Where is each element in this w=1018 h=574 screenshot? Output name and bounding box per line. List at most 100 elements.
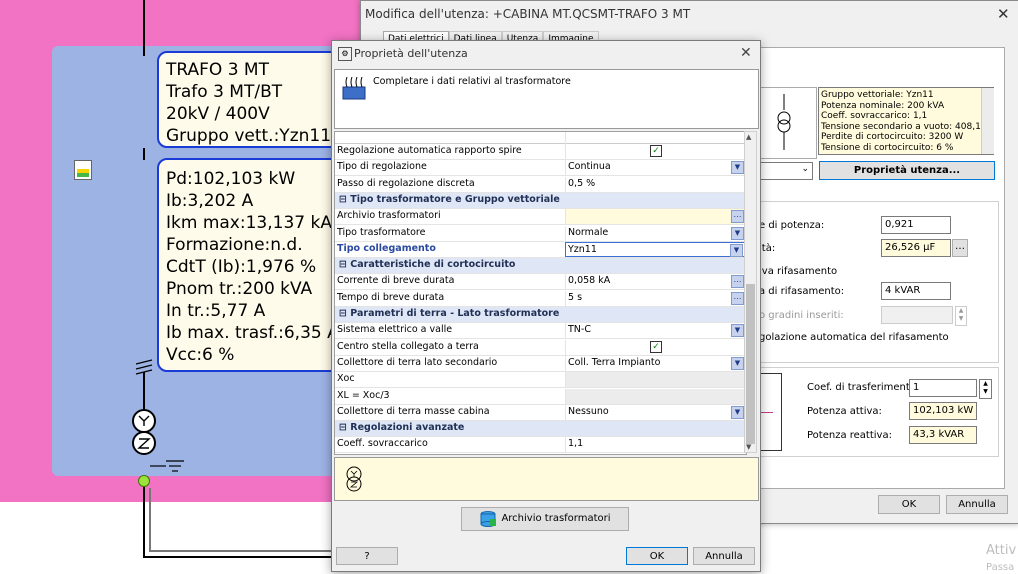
chevron-down-icon[interactable]: ▼ bbox=[731, 161, 744, 175]
grid-property-row[interactable]: Collettore di terra lato secondario Coll.… bbox=[335, 355, 746, 372]
rifasamento-label: iva rifasamento bbox=[759, 266, 838, 277]
app-icon: ⚙ bbox=[338, 47, 352, 61]
property-value[interactable]: Normale ▼ bbox=[565, 225, 745, 241]
grid-property-row[interactable]: Collettore di terra masse cabina Nessuno ▼ bbox=[335, 404, 746, 421]
chevron-down-icon[interactable]: ▼ bbox=[731, 356, 744, 370]
auto-reg-label: golazione automatica del rifasamento bbox=[759, 332, 949, 343]
property-value[interactable]: Yzn11 ▼ bbox=[565, 241, 745, 257]
grid-property-row[interactable]: XL = Xoc/3 bbox=[335, 388, 746, 405]
archivio-trasformatori-button[interactable]: Archivio trasformatori bbox=[461, 507, 629, 531]
grid-property-row[interactable]: Tempo di breve durata 5 s… bbox=[335, 290, 746, 307]
property-value-text: 1,1 bbox=[568, 438, 584, 450]
property-value[interactable]: Coll. Terra Impianto ▼ bbox=[565, 355, 745, 371]
chevron-down-icon[interactable]: ▼ bbox=[731, 226, 744, 240]
steps-spinner[interactable]: ▲ ▼ bbox=[955, 306, 967, 326]
collapse-icon[interactable]: ⊟ bbox=[339, 259, 350, 270]
scroll-thumb[interactable] bbox=[746, 284, 755, 444]
earth-wire bbox=[149, 550, 333, 552]
component-icon[interactable] bbox=[74, 160, 92, 180]
property-value[interactable] bbox=[565, 388, 745, 404]
grid-property-row[interactable]: Corrente di breve durata 0,058 kA … bbox=[335, 274, 746, 291]
collapse-icon[interactable]: ⊟ bbox=[339, 308, 350, 319]
steps-input[interactable] bbox=[881, 306, 953, 324]
property-value[interactable]: 0,5 % bbox=[565, 176, 745, 192]
close-icon[interactable]: ✕ bbox=[997, 5, 1010, 23]
grid-section-row[interactable]: ⊟ Regolazioni avanzate bbox=[335, 421, 746, 438]
checkbox-checked-icon[interactable]: ✓ bbox=[650, 340, 662, 353]
ok-button[interactable]: OK bbox=[878, 495, 940, 514]
property-value-text: 0,058 kA bbox=[568, 275, 611, 287]
collapse-icon[interactable]: ⊟ bbox=[339, 422, 350, 433]
property-value[interactable]: 0,058 kA … bbox=[565, 274, 745, 290]
property-value[interactable]: TN-C ▼ bbox=[565, 323, 745, 339]
property-value[interactable]: … bbox=[565, 209, 745, 225]
grid-property-row[interactable]: Regolazione automatica rapporto spire ✓ bbox=[335, 144, 746, 160]
bus-wire bbox=[143, 372, 145, 412]
selector-dropdown[interactable]: ⌄ bbox=[759, 162, 813, 180]
grid-property-row[interactable]: Tipo trasformatore Normale ▼ bbox=[335, 225, 746, 242]
property-value[interactable]: ✓ bbox=[565, 339, 745, 355]
info-line: Tensione di cortocircuito: 6 % bbox=[821, 142, 954, 153]
info-line: Potenza nominale: 200 kVA bbox=[821, 100, 945, 111]
property-value[interactable]: Nessuno ▼ bbox=[565, 404, 745, 420]
property-value[interactable]: Continua ▼ bbox=[565, 160, 745, 176]
scroll-up-icon[interactable]: ▲ bbox=[746, 133, 751, 141]
connection-node[interactable] bbox=[138, 475, 150, 487]
close-icon[interactable]: ✕ bbox=[740, 45, 752, 61]
transformer-symbol-icon[interactable] bbox=[128, 408, 160, 458]
property-label: Corrente di breve durata bbox=[337, 275, 455, 287]
rifasamento-power-input[interactable]: 4 kVAR bbox=[881, 282, 951, 300]
chevron-down-icon[interactable]: ▼ bbox=[731, 324, 744, 338]
chevron-down-icon[interactable]: ▼ bbox=[731, 405, 744, 419]
property-label: Coeff. sovraccarico bbox=[337, 438, 428, 450]
grid-property-row[interactable]: Centro stella collegato a terra ✓ bbox=[335, 339, 746, 356]
coef-input[interactable]: 1 bbox=[909, 379, 977, 397]
grid-property-row[interactable]: Sistema elettrico a valle TN-C ▼ bbox=[335, 323, 746, 340]
section-label: ⊟ Regolazioni avanzate bbox=[339, 422, 739, 433]
grid-property-row[interactable]: Tipo di regolazione Continua ▼ bbox=[335, 160, 746, 177]
collapse-icon[interactable]: ⊟ bbox=[339, 194, 350, 205]
chevron-down-icon[interactable]: ▼ bbox=[730, 243, 743, 257]
grid-property-row[interactable]: Tipo collegamento Yzn11 ▼ bbox=[335, 241, 746, 258]
property-value[interactable] bbox=[565, 372, 745, 388]
scroll-down-icon[interactable]: ▼ bbox=[746, 443, 751, 451]
grid-property-row[interactable]: Passo di regolazione discreta 0,5 % bbox=[335, 176, 746, 193]
archivio-button-label: Archivio trasformatori bbox=[501, 513, 611, 524]
capacity-browse-button[interactable]: … bbox=[952, 239, 968, 257]
property-label: Sistema elettrico a valle bbox=[337, 324, 453, 336]
steps-label: o gradini inseriti: bbox=[759, 310, 844, 321]
property-value[interactable]: 5 s… bbox=[565, 290, 745, 306]
property-label: Archivio trasformatori bbox=[337, 210, 441, 222]
property-value[interactable]: 1,1 bbox=[565, 437, 745, 453]
grid-property-row[interactable]: Xoc bbox=[335, 372, 746, 389]
ellipsis-icon[interactable]: … bbox=[731, 291, 744, 305]
power-factor-input[interactable]: 0,921 bbox=[881, 216, 951, 234]
coef-spinner[interactable]: ▲ ▼ bbox=[979, 379, 992, 399]
grid-property-row[interactable]: Archivio trasformatori … bbox=[335, 209, 746, 226]
info-scrollbar[interactable] bbox=[981, 88, 994, 154]
property-grid[interactable]: Regolazione automatica rapporto spire ✓ Ti… bbox=[334, 131, 747, 455]
header-panel: Completare i dati relativi al trasformat… bbox=[334, 69, 759, 129]
preview-panel bbox=[334, 457, 759, 501]
bus-wire bbox=[143, 556, 333, 558]
ellipsis-icon[interactable]: … bbox=[731, 275, 744, 289]
grid-scrollbar[interactable]: ▲ ▼ bbox=[744, 131, 757, 453]
proprieta-utenza-button[interactable]: Proprietà utenza... bbox=[819, 161, 995, 180]
checkbox-checked-icon[interactable]: ✓ bbox=[650, 145, 662, 157]
chevron-down-icon: ⌄ bbox=[801, 164, 809, 174]
dialog-title: Proprietà dell'utenza bbox=[354, 47, 468, 60]
ellipsis-icon[interactable]: … bbox=[731, 210, 744, 224]
grid-section-row[interactable]: ⊟ Caratteristiche di cortocircuito bbox=[335, 258, 746, 275]
cancel-button[interactable]: Annulla bbox=[693, 547, 755, 565]
ok-button[interactable]: OK bbox=[626, 547, 688, 565]
capacity-input[interactable]: 26,526 µF bbox=[881, 239, 951, 257]
symbol-preview bbox=[759, 87, 817, 159]
property-value[interactable]: ✓ bbox=[565, 144, 745, 159]
cancel-button[interactable]: Annulla bbox=[946, 495, 1008, 514]
help-button[interactable]: ? bbox=[336, 547, 398, 565]
grid-section-row[interactable]: ⊟ Tipo trasformatore e Gruppo vettoriale bbox=[335, 192, 746, 209]
info-line: Tensione secondario a vuoto: 408,1 V bbox=[821, 121, 990, 132]
grid-property-row[interactable]: Coeff. sovraccarico 1,1 bbox=[335, 437, 746, 454]
grid-section-row[interactable]: ⊟ Parametri di terra - Lato trasformator… bbox=[335, 307, 746, 323]
transfer-preview bbox=[759, 373, 782, 451]
